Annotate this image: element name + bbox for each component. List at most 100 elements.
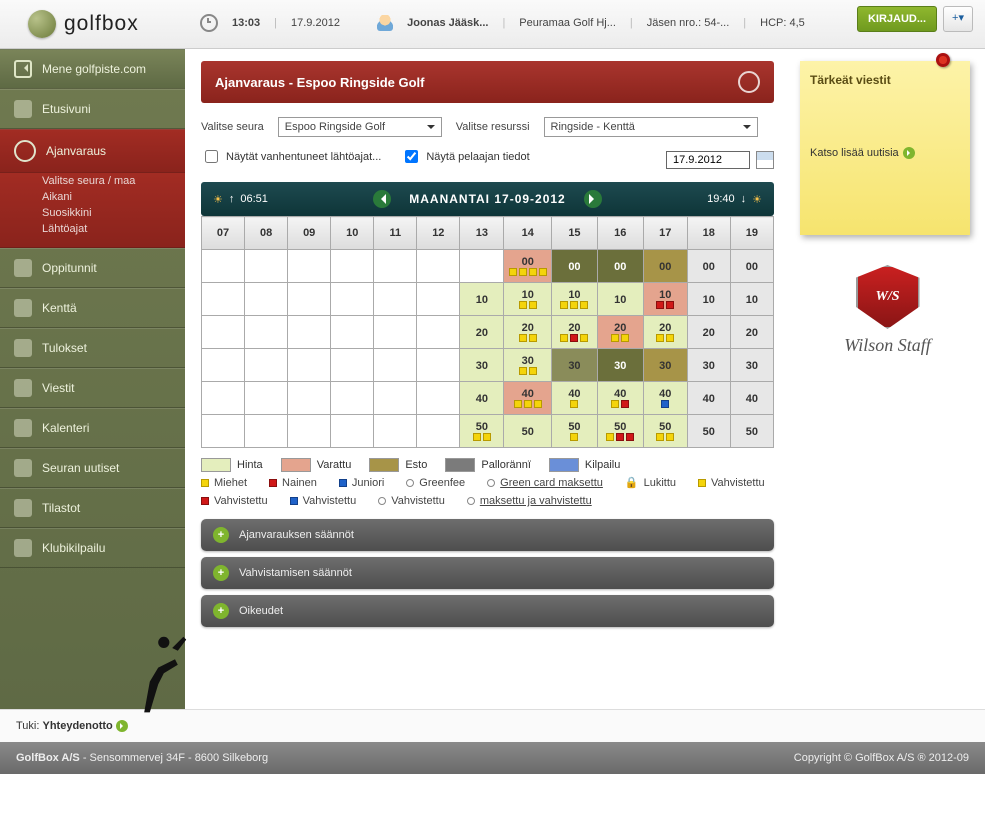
- logo: golfbox: [28, 10, 139, 38]
- next-day-button[interactable]: [584, 190, 602, 208]
- prev-day-button[interactable]: [373, 190, 391, 208]
- legend-marker: [467, 497, 475, 505]
- date-input[interactable]: [666, 151, 750, 169]
- time-slot[interactable]: 00: [643, 250, 687, 283]
- time-slot[interactable]: 10: [730, 283, 773, 316]
- time-slot[interactable]: 20: [643, 316, 687, 349]
- legend-marker: [201, 497, 209, 505]
- time-slot[interactable]: 50: [460, 415, 504, 448]
- hour-header: 13: [460, 217, 504, 250]
- time-slot[interactable]: 10: [552, 283, 598, 316]
- time-slot[interactable]: 50: [597, 415, 643, 448]
- arrow-right-icon: [116, 720, 128, 732]
- sidebar-item[interactable]: Ajanvaraus: [0, 129, 185, 173]
- nav-icon: [14, 140, 36, 162]
- language-button[interactable]: +▾: [943, 6, 973, 32]
- time-slot[interactable]: 50: [687, 415, 730, 448]
- sidebar-subitem[interactable]: Lähtöajat: [0, 221, 185, 237]
- time-slot[interactable]: 10: [597, 283, 643, 316]
- time-slot[interactable]: 30: [460, 349, 504, 382]
- header-date: 17.9.2012: [291, 17, 340, 29]
- sidebar-item[interactable]: Kalenteri: [0, 408, 185, 448]
- time-slot[interactable]: 20: [730, 316, 773, 349]
- user-icon: [377, 15, 393, 31]
- sidebar-item[interactable]: Klubikilpailu: [0, 528, 185, 568]
- sidebar: Mene golfpiste.com EtusivuniAjanvarausVa…: [0, 49, 185, 709]
- sidebar-item[interactable]: Etusivuni: [0, 89, 185, 129]
- time-slot[interactable]: 30: [643, 349, 687, 382]
- sidebar-item[interactable]: Oppitunnit: [0, 248, 185, 288]
- time-slot[interactable]: 20: [552, 316, 598, 349]
- time-slot[interactable]: 20: [597, 316, 643, 349]
- time-slot[interactable]: 10: [504, 283, 552, 316]
- legend-swatch: [445, 458, 475, 472]
- support-link[interactable]: Yhteydenotto: [43, 720, 113, 732]
- time-slot[interactable]: 40: [504, 382, 552, 415]
- sidebar-subitem[interactable]: Aikani: [0, 189, 185, 205]
- hour-header: 11: [374, 217, 417, 250]
- accordion-header[interactable]: +Vahvistamisen säännöt: [201, 557, 774, 589]
- time-slot[interactable]: 50: [552, 415, 598, 448]
- accordion-header[interactable]: +Oikeudet: [201, 595, 774, 627]
- sidebar-subitem[interactable]: Suosikkini: [0, 205, 185, 221]
- select-resource[interactable]: Ringside - Kenttä: [544, 117, 758, 137]
- time-slot[interactable]: 10: [460, 283, 504, 316]
- time-slot[interactable]: 50: [504, 415, 552, 448]
- page-title-bar: Ajanvaraus - Espoo Ringside Golf: [201, 61, 774, 103]
- checkbox-old-times[interactable]: Näytät vanhentuneet lähtöajat...: [201, 147, 381, 166]
- sticky-link[interactable]: Katso lisää uutisia: [810, 147, 899, 159]
- time-slot[interactable]: 40: [687, 382, 730, 415]
- main-content: Ajanvaraus - Espoo Ringside Golf Valitse…: [185, 49, 790, 653]
- time-slot[interactable]: 30: [504, 349, 552, 382]
- sunset-icon: ☀: [752, 193, 762, 206]
- time-slot[interactable]: 10: [643, 283, 687, 316]
- time-slot[interactable]: 00: [504, 250, 552, 283]
- arrow-left-icon: [14, 60, 32, 78]
- time-slot[interactable]: 30: [730, 349, 773, 382]
- time-slot[interactable]: 30: [552, 349, 598, 382]
- time-slot[interactable]: 30: [597, 349, 643, 382]
- sidebar-item[interactable]: Tilastot: [0, 488, 185, 528]
- nav-icon: [14, 100, 32, 118]
- sponsor-logo[interactable]: W/S Wilson Staff: [800, 265, 975, 356]
- sidebar-back[interactable]: Mene golfpiste.com: [0, 49, 185, 89]
- sidebar-subitem[interactable]: Valitse seura / maa: [0, 173, 185, 189]
- time-slot[interactable]: 20: [504, 316, 552, 349]
- legend-marker: [339, 479, 347, 487]
- time-slot[interactable]: 50: [730, 415, 773, 448]
- hour-header: 16: [597, 217, 643, 250]
- calendar-icon[interactable]: [756, 151, 774, 169]
- time-slot[interactable]: 00: [597, 250, 643, 283]
- checkbox-player-info[interactable]: Näytä pelaajan tiedot: [401, 147, 529, 166]
- login-button[interactable]: KIRJAUD...: [857, 6, 937, 32]
- select-club[interactable]: Espoo Ringside Golf: [278, 117, 442, 137]
- time-slot[interactable]: 40: [643, 382, 687, 415]
- header-time: 13:03: [232, 17, 260, 29]
- time-slot[interactable]: 20: [460, 316, 504, 349]
- accordion-header[interactable]: +Ajanvarauksen säännöt: [201, 519, 774, 551]
- hour-header: 07: [202, 217, 245, 250]
- time-slot[interactable]: 10: [687, 283, 730, 316]
- time-slot[interactable]: 30: [687, 349, 730, 382]
- time-slot[interactable]: 00: [552, 250, 598, 283]
- plus-icon: +: [213, 527, 229, 543]
- time-slot[interactable]: 00: [730, 250, 773, 283]
- time-slot[interactable]: 00: [687, 250, 730, 283]
- nav-icon: [14, 299, 32, 317]
- time-slot[interactable]: 40: [730, 382, 773, 415]
- time-slot[interactable]: 40: [552, 382, 598, 415]
- time-slot[interactable]: 20: [687, 316, 730, 349]
- legend-swatch: [201, 458, 231, 472]
- legend-markers: MiehetNainenJunioriGreenfeeGreen card ma…: [201, 476, 774, 507]
- legend-marker: [290, 497, 298, 505]
- sidebar-item[interactable]: Tulokset: [0, 328, 185, 368]
- legend-marker: [269, 479, 277, 487]
- time-slot[interactable]: 40: [597, 382, 643, 415]
- sidebar-item[interactable]: Viestit: [0, 368, 185, 408]
- hour-header: 12: [417, 217, 460, 250]
- time-slot[interactable]: 40: [460, 382, 504, 415]
- time-slot[interactable]: 50: [643, 415, 687, 448]
- sticky-note: Tärkeät viestit Katso lisää uutisia: [800, 61, 970, 235]
- sidebar-item[interactable]: Seuran uutiset: [0, 448, 185, 488]
- sidebar-item[interactable]: Kenttä: [0, 288, 185, 328]
